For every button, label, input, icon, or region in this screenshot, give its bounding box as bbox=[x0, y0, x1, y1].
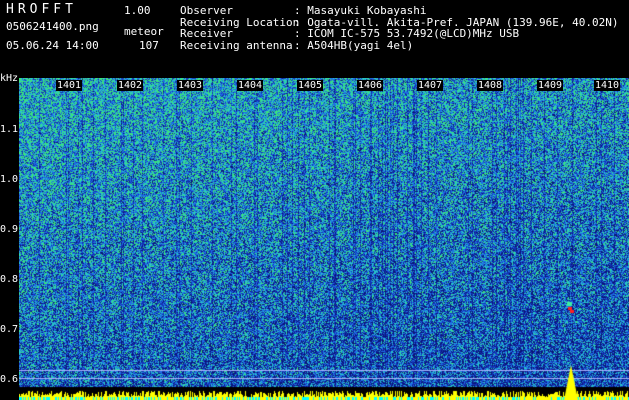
info-value: : A504HB(yagi 4el) bbox=[294, 38, 414, 52]
y-tick-label: 0.9 bbox=[0, 224, 19, 235]
x-tick-label: 1402 bbox=[117, 80, 144, 91]
info-row: Receiving antenna: A504HB(yagi 4el) bbox=[180, 38, 619, 52]
x-tick-label: 1409 bbox=[537, 80, 564, 91]
spectrogram bbox=[19, 78, 629, 400]
y-tick-label: 0.8 bbox=[0, 274, 19, 285]
y-tick-label: 1.0 bbox=[0, 174, 19, 185]
info-key: Receiving antenna bbox=[180, 38, 293, 52]
x-tick-label: 1401 bbox=[56, 80, 83, 91]
datetime-label: 05.06.24 14:00 bbox=[6, 39, 99, 52]
info-value: : Masayuki Kobayashi bbox=[294, 4, 427, 17]
x-tick-label: 1410 bbox=[594, 80, 621, 91]
y-tick-label: 0.6 bbox=[0, 374, 19, 385]
info-key: Observer bbox=[180, 4, 233, 17]
version-label: 1.00 bbox=[124, 4, 151, 17]
info-row: Receiver : ICOM IC-575 53.7492(@LCD)MHz U… bbox=[180, 28, 619, 40]
y-unit-label: kHz bbox=[0, 73, 19, 84]
x-tick-label: 1403 bbox=[177, 80, 204, 91]
x-tick-label: 1404 bbox=[237, 80, 264, 91]
station-info: Observer: Masayuki Kobayashi Receiving L… bbox=[180, 5, 619, 51]
y-tick-label: 1.1 bbox=[0, 124, 19, 135]
info-key: Receiver bbox=[180, 27, 233, 40]
info-row: Observer : Masayuki Kobayashi bbox=[180, 5, 619, 17]
x-tick-label: 1407 bbox=[417, 80, 444, 91]
filename-label: 0506241400.png bbox=[6, 20, 99, 33]
x-tick-label: 1406 bbox=[357, 80, 384, 91]
meteor-count: 107 bbox=[139, 39, 159, 52]
x-tick-label: 1405 bbox=[297, 80, 324, 91]
meteor-label: meteor bbox=[124, 25, 164, 38]
x-tick-label: 1408 bbox=[477, 80, 504, 91]
app-title: HROFFT bbox=[6, 2, 77, 17]
y-tick-label: 0.7 bbox=[0, 324, 19, 335]
info-value: : ICOM IC-575 53.7492(@LCD)MHz USB bbox=[294, 27, 520, 40]
